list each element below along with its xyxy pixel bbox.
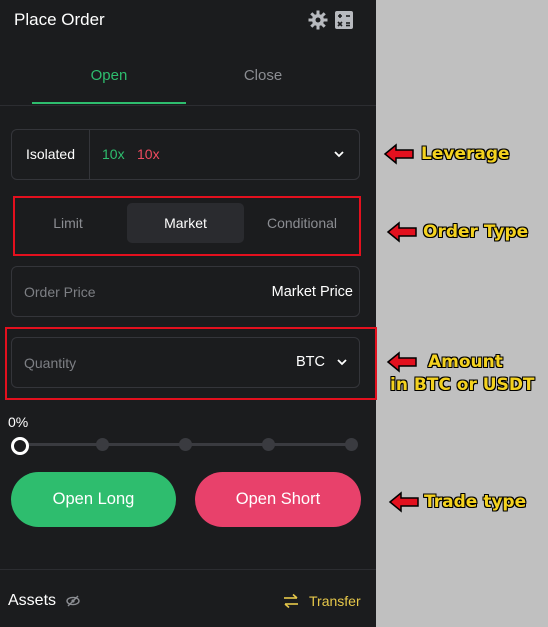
slider-handle[interactable] <box>11 437 29 455</box>
order-type-highlight <box>13 196 361 256</box>
order-price-value: Market Price <box>271 284 353 300</box>
transfer-icon[interactable] <box>283 593 299 609</box>
order-price-label: Order Price <box>24 284 96 300</box>
annotation-order-type: Order Type <box>423 222 529 242</box>
gear-icon[interactable] <box>308 10 328 30</box>
order-panel: Place Order Open Close Isolated 10x 10x … <box>0 0 376 627</box>
long-leverage: 10x <box>102 146 125 162</box>
margin-mode[interactable]: Isolated <box>12 130 90 179</box>
tab-close[interactable]: Close <box>186 56 340 104</box>
slider-percent: 0% <box>8 414 29 430</box>
open-long-button[interactable]: Open Long <box>11 472 176 527</box>
open-short-button[interactable]: Open Short <box>195 472 361 527</box>
slider-node-50[interactable] <box>179 438 192 451</box>
slider-node-75[interactable] <box>262 438 275 451</box>
leverage-arrow-icon <box>383 143 414 165</box>
transfer-link[interactable]: Transfer <box>309 593 361 609</box>
open-close-tabs: Open Close <box>0 56 376 104</box>
leverage-selector[interactable]: Isolated 10x 10x <box>11 129 360 180</box>
eye-off-icon[interactable] <box>66 595 80 607</box>
annotation-amount-units: in BTC or USDT <box>390 375 535 395</box>
panel-title: Place Order <box>14 10 105 29</box>
amount-arrow-icon <box>386 351 417 373</box>
quantity-highlight <box>5 327 377 400</box>
calculator-icon[interactable] <box>334 10 354 30</box>
header-icons <box>308 10 354 30</box>
annotation-trade-type: Trade type <box>424 492 527 512</box>
short-leverage: 10x <box>137 146 160 162</box>
annotation-leverage: Leverage <box>421 144 510 164</box>
trade-type-arrow-icon <box>388 491 419 513</box>
footer-divider <box>0 569 376 570</box>
order-type-arrow-icon <box>386 221 417 243</box>
annotation-amount: Amount <box>428 352 503 372</box>
slider-node-100[interactable] <box>345 438 358 451</box>
order-price-field: Order Price Market Price <box>11 266 360 317</box>
tabs-divider <box>0 105 376 106</box>
assets-label: Assets <box>8 592 57 609</box>
tab-open[interactable]: Open <box>32 56 186 104</box>
slider-node-25[interactable] <box>96 438 109 451</box>
chevron-down-icon[interactable] <box>333 149 345 159</box>
